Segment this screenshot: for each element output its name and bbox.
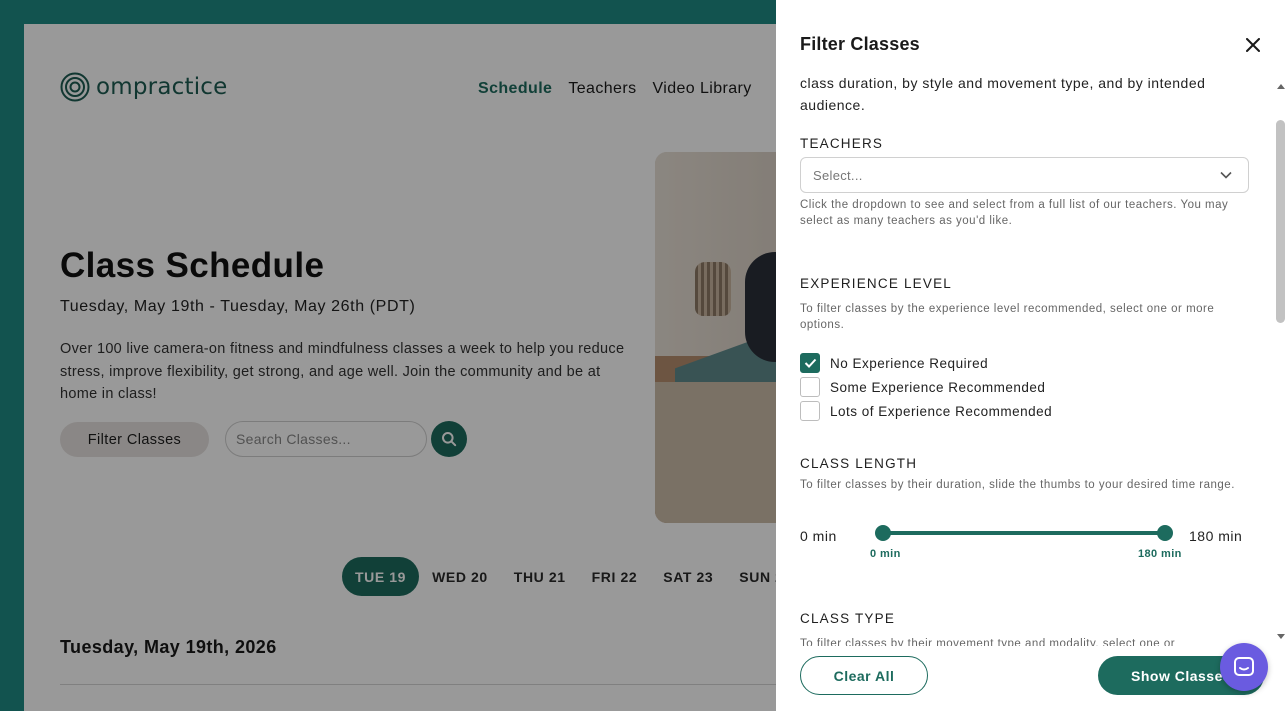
- experience-option-lots[interactable]: Lots of Experience Recommended: [800, 401, 1052, 421]
- close-button[interactable]: [1242, 34, 1264, 56]
- class-type-help: To filter classes by their movement type…: [800, 638, 1176, 646]
- chevron-down-icon: [1220, 171, 1232, 179]
- experience-option-label: Lots of Experience Recommended: [830, 403, 1053, 419]
- scroll-up-arrow[interactable]: [1277, 84, 1285, 89]
- experience-option-label: No Experience Required: [830, 355, 989, 371]
- clear-all-button[interactable]: Clear All: [800, 656, 928, 695]
- teachers-select-placeholder: Select...: [813, 167, 863, 183]
- scroll-thumb[interactable]: [1276, 120, 1285, 323]
- experience-heading: EXPERIENCE LEVEL: [800, 276, 953, 291]
- teachers-heading: TEACHERS: [800, 136, 884, 151]
- checkbox-unchecked[interactable]: [800, 401, 820, 421]
- teachers-select[interactable]: Select...: [800, 157, 1249, 193]
- range-max-label: 180 min: [1189, 528, 1243, 544]
- teachers-help: Click the dropdown to see and select fro…: [800, 199, 1229, 227]
- experience-option-some[interactable]: Some Experience Recommended: [800, 377, 1045, 397]
- class-length-heading: CLASS LENGTH: [800, 456, 918, 471]
- chat-launcher[interactable]: [1220, 643, 1268, 691]
- range-min-label: 0 min: [800, 528, 837, 544]
- panel-title: Filter Classes: [800, 34, 920, 54]
- range-thumb-min[interactable]: [875, 525, 891, 541]
- experience-option-none[interactable]: No Experience Required: [800, 353, 988, 373]
- checkbox-checked[interactable]: [800, 353, 820, 373]
- checkbox-unchecked[interactable]: [800, 377, 820, 397]
- chat-icon: [1234, 657, 1254, 676]
- filter-intro: class duration, by style and movement ty…: [800, 75, 1206, 113]
- scroll-down-arrow[interactable]: [1277, 634, 1285, 639]
- range-track[interactable]: [883, 531, 1165, 535]
- range-thumb-max-value: 180 min: [1138, 548, 1182, 560]
- class-length-help: To filter classes by their duration, sli…: [800, 479, 1235, 491]
- range-thumb-min-value: 0 min: [870, 548, 901, 560]
- filter-panel: Filter Classes class duration, by style …: [776, 0, 1288, 711]
- range-thumb-max[interactable]: [1157, 525, 1173, 541]
- close-icon: [1246, 38, 1260, 52]
- filter-scroll-area[interactable]: class duration, by style and movement ty…: [776, 70, 1288, 646]
- panel-footer: Clear All Show Classes: [776, 646, 1288, 711]
- check-icon: [804, 358, 816, 368]
- experience-help: To filter classes by the experience leve…: [800, 303, 1215, 331]
- class-type-heading: CLASS TYPE: [800, 611, 896, 626]
- experience-option-label: Some Experience Recommended: [830, 379, 1046, 395]
- panel-scrollbar[interactable]: [1274, 80, 1288, 646]
